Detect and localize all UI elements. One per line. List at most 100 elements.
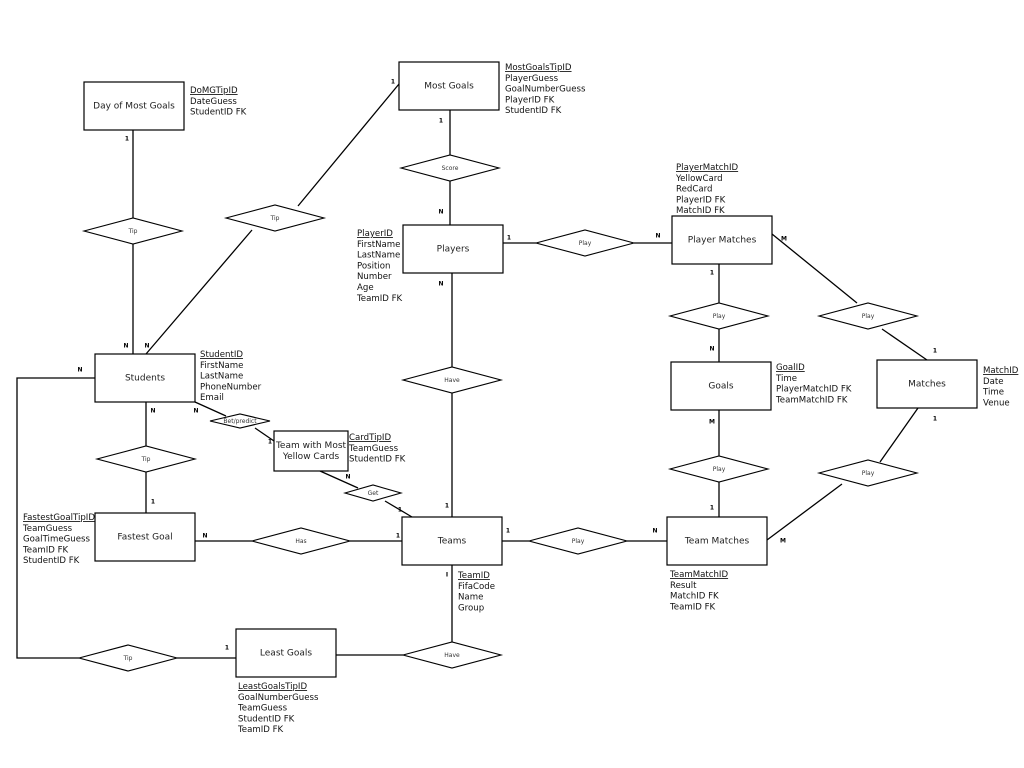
attribute: PlayerID FK <box>505 95 555 105</box>
attribute: TeamID FK <box>356 294 403 304</box>
attribute: RedCard <box>676 185 712 195</box>
entity-fastest-goal[interactable]: Fastest Goal <box>94 512 196 562</box>
cardinality-label: N <box>144 343 149 350</box>
entity-teams[interactable]: Teams <box>401 516 503 566</box>
attributes-least-goals: LeastGoalsTipIDGoalNumberGuessTeamGuessS… <box>237 682 319 735</box>
cardinality-label: N <box>193 408 198 415</box>
entity-most-goals[interactable]: Most Goals <box>398 61 500 111</box>
attribute: TeamGuess <box>22 524 73 534</box>
entity-label: Matches <box>908 380 946 390</box>
attribute: StudentID FK <box>23 556 80 566</box>
relationship-rel-have-players-teams[interactable]: Have <box>400 366 504 394</box>
entity-label-line: Team with Most <box>275 441 347 451</box>
attributes-students: StudentIDFirstNameLastNamePhoneNumberEma… <box>200 350 262 403</box>
relationship-rel-betpredict[interactable]: Bet/predict <box>209 413 271 429</box>
entity-students[interactable]: Students <box>94 353 196 403</box>
entity-players[interactable]: Players <box>402 224 504 274</box>
relationship-rel-tip-domg[interactable]: Tip <box>81 217 185 245</box>
relationship-label: Have <box>444 652 460 659</box>
cardinality-label: 1 <box>710 270 714 277</box>
entity-least-goals[interactable]: Least Goals <box>235 628 337 678</box>
relationship-rel-have-least[interactable]: Have <box>400 641 504 669</box>
attribute: Result <box>670 581 697 591</box>
attribute: TeamID FK <box>669 602 716 612</box>
attribute-primary-key: LeastGoalsTipID <box>238 682 307 692</box>
relationship-label: Play <box>862 470 875 477</box>
relationship-rel-get[interactable]: Get <box>342 484 404 502</box>
cardinality-label: M <box>709 419 715 426</box>
connector-line <box>194 401 227 417</box>
attributes-matches: MatchIDDateTimeVenue <box>982 366 1019 408</box>
attribute-primary-key: MostGoalsTipID <box>505 63 572 73</box>
relationship-rel-score[interactable]: Score <box>398 154 502 182</box>
relationship-label: Tip <box>123 655 133 662</box>
entity-day-of-most-goals[interactable]: Day of Most Goals <box>83 81 185 131</box>
cardinality-label: 1 <box>125 136 129 143</box>
relationship-rel-play-pm-matches[interactable]: Play <box>816 302 920 330</box>
relationship-rel-tip-least[interactable]: Tip <box>76 644 180 672</box>
cardinality-label: N <box>709 346 714 353</box>
attribute: LastName <box>357 251 400 261</box>
cardinality-label: 1 <box>710 505 714 512</box>
attribute: GoalNumberGuess <box>238 693 319 703</box>
connector-line <box>319 470 359 489</box>
attributes-teams: TeamIDFifaCodeNameGroup <box>457 571 495 613</box>
relationship-label: Tip <box>141 456 151 463</box>
attribute: StudentID FK <box>238 714 295 724</box>
entity-matches[interactable]: Matches <box>876 359 978 409</box>
entity-player-matches[interactable]: Player Matches <box>671 215 773 265</box>
attribute: YellowCard <box>675 174 723 184</box>
attribute: StudentID FK <box>190 108 247 118</box>
attributes-team-matches: TeamMatchIDResultMatchID FKTeamID FK <box>669 570 728 612</box>
cardinality-label: 1 <box>391 79 395 86</box>
relationship-label: Play <box>713 466 726 473</box>
entity-goals[interactable]: Goals <box>670 361 772 411</box>
attribute-primary-key: PlayerID <box>357 229 393 239</box>
relationship-rel-tip-fastest[interactable]: Tip <box>94 445 198 473</box>
cardinality-label: N <box>150 408 155 415</box>
entity-label-line: Yellow Cards <box>282 452 340 462</box>
attribute-primary-key: DoMGTipID <box>190 86 238 96</box>
relationship-rel-play-pm-goals[interactable]: Play <box>667 302 771 330</box>
attribute: TeamID FK <box>237 725 284 735</box>
attribute: PhoneNumber <box>200 382 262 392</box>
er-diagram-canvas: Tip Tip Score Play Play Play Have Bet/predict Ti… <box>16 61 1019 735</box>
attributes-day-of-most-goals: DoMGTipIDDateGuessStudentID FK <box>190 86 247 118</box>
cardinality-label: 1 <box>225 645 229 652</box>
entity-team-matches[interactable]: Team Matches <box>666 516 768 566</box>
attribute: Name <box>458 593 483 603</box>
cardinality-label: N <box>202 533 207 540</box>
attribute: Group <box>458 603 484 613</box>
relationship-label: Score <box>442 165 459 172</box>
entity-team-yellow-cards[interactable]: Team with MostYellow Cards <box>273 430 349 472</box>
cardinality-label: M <box>781 236 787 243</box>
attribute: PlayerMatchID FK <box>776 385 852 395</box>
relationship-rel-play-teams[interactable]: Play <box>526 527 630 555</box>
attribute: Date <box>983 377 1004 387</box>
attribute-primary-key: StudentID <box>200 350 243 360</box>
relationship-rel-play-goals-tm[interactable]: Play <box>667 455 771 483</box>
attribute-primary-key: TeamMatchID <box>669 570 728 580</box>
relationship-rel-play-matches-tm[interactable]: Play <box>816 459 920 487</box>
cardinality-label: 1 <box>506 528 510 535</box>
relationship-label: Get <box>368 490 379 497</box>
cardinality-label: 1 <box>439 118 443 125</box>
cardinality-label: 1 <box>933 348 937 355</box>
attribute: Time <box>982 388 1004 398</box>
connector-line <box>879 407 919 463</box>
attribute-primary-key: MatchID <box>983 366 1019 376</box>
attribute: LastName <box>200 372 243 382</box>
entity-label: Most Goals <box>424 82 474 92</box>
cardinality-label: 1 <box>396 533 400 540</box>
relationship-label: Play <box>713 313 726 320</box>
relationship-rel-play-players[interactable]: Play <box>533 229 637 257</box>
relationship-label: Play <box>572 538 585 545</box>
connector-line <box>881 328 928 361</box>
relationship-rel-tip-mostgoals[interactable]: Tip <box>223 204 327 232</box>
cardinality-label: N <box>652 528 657 535</box>
attributes-players: PlayerIDFirstNameLastNamePositionNumberA… <box>356 229 403 304</box>
connector-line <box>297 83 400 207</box>
cardinality-label: 1 <box>507 235 511 242</box>
attribute: Time <box>775 374 797 384</box>
relationship-rel-has-fastest[interactable]: Has <box>249 527 353 555</box>
